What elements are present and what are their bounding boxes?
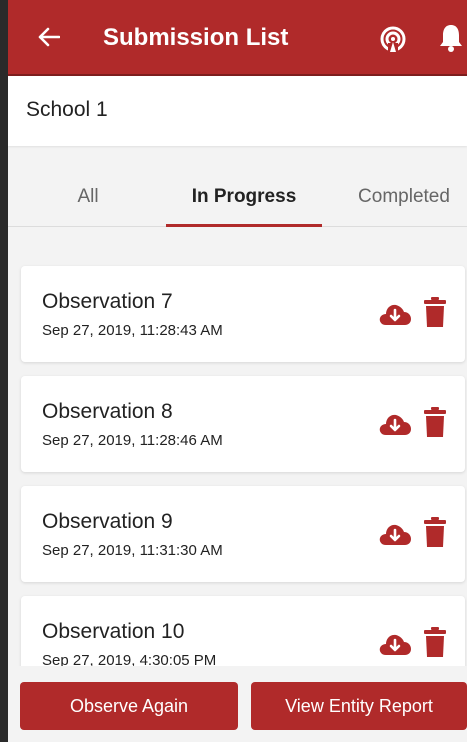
view-entity-report-button[interactable]: View Entity Report	[251, 682, 467, 730]
trash-icon	[424, 517, 446, 547]
broadcast-button[interactable]	[378, 24, 408, 55]
cloud-download-icon	[379, 634, 411, 655]
cloud-download-icon	[379, 304, 411, 325]
app-header: Submission List	[8, 0, 467, 76]
submission-card[interactable]: Observation 9 Sep 27, 2019, 11:31:30 AM	[21, 486, 465, 582]
back-button[interactable]	[34, 22, 64, 52]
download-button[interactable]	[377, 629, 413, 659]
notification-button[interactable]	[436, 22, 466, 54]
delete-button[interactable]	[424, 626, 446, 658]
delete-button[interactable]	[424, 296, 446, 328]
delete-button[interactable]	[424, 406, 446, 438]
submission-title: Observation 8	[42, 400, 173, 423]
submission-list: Observation 7 Sep 27, 2019, 11:28:43 AM …	[8, 226, 467, 666]
trash-icon	[424, 627, 446, 657]
download-button[interactable]	[377, 299, 413, 329]
submission-date: Sep 27, 2019, 11:28:46 AM	[42, 432, 223, 449]
submission-title: Observation 7	[42, 290, 173, 313]
download-button[interactable]	[377, 519, 413, 549]
footer-actions: Observe Again View Entity Report	[8, 666, 467, 742]
app-frame: Submission List School 1 All In Progress…	[8, 0, 467, 742]
page-title: Submission List	[103, 24, 289, 51]
observe-again-button[interactable]: Observe Again	[20, 682, 238, 730]
trash-icon	[424, 407, 446, 437]
submission-title: Observation 9	[42, 510, 173, 533]
cloud-download-icon	[379, 524, 411, 545]
submission-card[interactable]: Observation 10 Sep 27, 2019, 4:30:05 PM	[21, 596, 465, 666]
tab-bar: All In Progress Completed	[8, 166, 467, 227]
trash-icon	[424, 297, 446, 327]
submission-card[interactable]: Observation 8 Sep 27, 2019, 11:28:46 AM	[21, 376, 465, 472]
delete-button[interactable]	[424, 516, 446, 548]
submission-date: Sep 27, 2019, 11:28:43 AM	[42, 322, 223, 339]
submission-date: Sep 27, 2019, 4:30:05 PM	[42, 652, 217, 666]
bell-icon	[440, 25, 462, 52]
tab-all[interactable]: All	[38, 166, 138, 226]
entity-name: School 1	[26, 98, 108, 121]
cloud-download-icon	[379, 414, 411, 435]
download-button[interactable]	[377, 409, 413, 439]
arrow-left-icon	[38, 27, 60, 47]
submission-title: Observation 10	[42, 620, 185, 643]
tab-completed[interactable]: Completed	[344, 166, 464, 226]
broadcast-icon	[380, 26, 406, 55]
tab-in-progress[interactable]: In Progress	[166, 166, 322, 226]
submission-date: Sep 27, 2019, 11:31:30 AM	[42, 542, 223, 559]
submission-card[interactable]: Observation 7 Sep 27, 2019, 11:28:43 AM	[21, 266, 465, 362]
entity-bar: School 1	[8, 76, 467, 146]
